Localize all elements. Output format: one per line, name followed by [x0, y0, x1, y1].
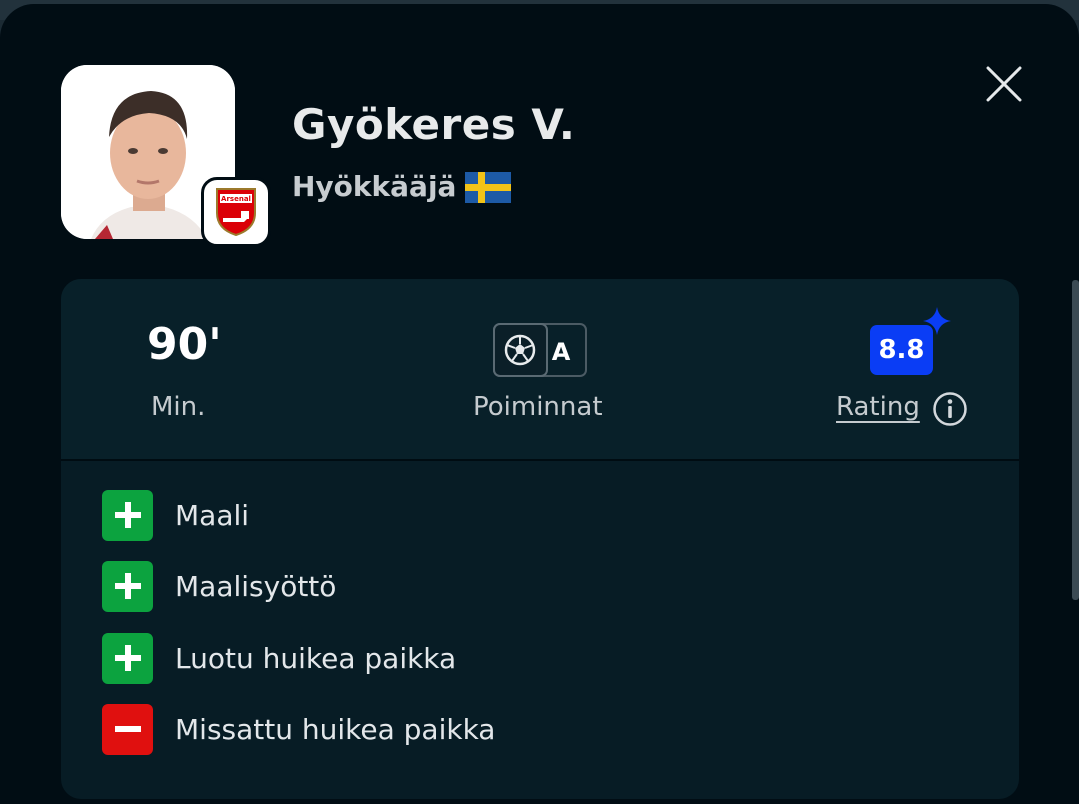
picks-letter: A — [552, 338, 571, 366]
sparkle-icon — [923, 307, 951, 335]
team-badge: Arsenal — [201, 177, 271, 247]
info-icon[interactable] — [932, 391, 968, 427]
event-label: Maali — [175, 498, 250, 532]
plus-icon — [102, 632, 153, 684]
sweden-flag-icon — [465, 172, 511, 203]
plus-icon — [102, 560, 153, 612]
arsenal-crest-icon: Arsenal — [216, 188, 256, 237]
minutes-played-value: 90' — [147, 319, 222, 370]
event-label: Luotu huikea paikka — [175, 641, 457, 675]
minutes-played-label: Min. — [151, 392, 206, 422]
event-row-big-chance-missed: Missattu huikea paikka — [102, 703, 496, 755]
player-detail-modal: Arsenal Gyökeres V. Hyökkääjä 90' Min. A — [0, 4, 1079, 804]
picks-label: Poiminnat — [473, 392, 603, 422]
rating-link[interactable]: Rating — [836, 392, 920, 422]
event-label: Maalisyöttö — [175, 569, 337, 603]
stats-divider — [61, 459, 1019, 461]
event-label: Missattu huikea paikka — [175, 712, 496, 746]
event-row-big-chance-created: Luotu huikea paikka — [102, 632, 457, 684]
event-row-goal: Maali — [102, 489, 250, 541]
close-icon[interactable] — [980, 60, 1028, 108]
minus-icon — [102, 703, 153, 755]
picks-indicator: A — [493, 323, 587, 377]
team-badge-text: Arsenal — [221, 195, 251, 203]
player-position: Hyökkääjä — [292, 170, 457, 203]
scrollbar[interactable] — [1072, 280, 1079, 600]
match-stats-card: 90' Min. A Poiminnat 8.8 Rating Maali Ma… — [61, 279, 1019, 799]
event-row-assist: Maalisyöttö — [102, 560, 337, 612]
plus-icon — [102, 489, 153, 541]
player-name: Gyökeres V. — [292, 100, 576, 149]
